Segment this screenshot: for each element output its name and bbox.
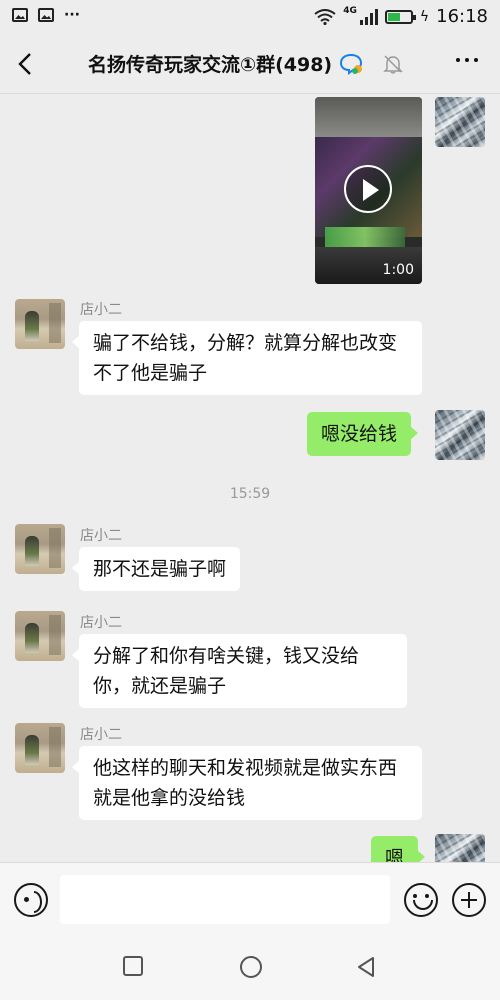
recent-apps-button[interactable]	[123, 956, 143, 976]
message-bubble[interactable]: 骗了不给钱，分解？就算分解也改变不了他是骗子	[72, 321, 422, 395]
sender-name: 店小二	[80, 615, 122, 631]
signal-icon	[359, 8, 378, 25]
plus-icon[interactable]	[452, 883, 486, 917]
home-button[interactable]	[240, 956, 262, 978]
video-message[interactable]: 1:00	[315, 97, 422, 284]
sender-name: 店小二	[80, 302, 122, 318]
nav-back-button[interactable]	[356, 955, 376, 979]
system-nav-bar	[0, 934, 500, 1000]
system-indicators: 4G ϟ 16:18	[314, 6, 488, 27]
back-button[interactable]	[14, 50, 38, 78]
sender-name: 店小二	[80, 727, 122, 743]
notification-icons: ···	[12, 8, 82, 22]
battery-level	[387, 12, 400, 21]
charging-icon: ϟ	[419, 8, 430, 25]
wifi-icon	[314, 8, 336, 25]
message-list[interactable]: 1:00 店小二 骗了不给钱，分解？就算分解也改变不了他是骗子 嗯没给钱 15:…	[0, 95, 500, 862]
chat-title[interactable]: 名扬传奇玩家交流①群(498)	[88, 50, 332, 77]
voice-icon[interactable]	[14, 883, 48, 917]
avatar[interactable]	[15, 524, 65, 574]
more-dots-icon[interactable]	[456, 58, 478, 62]
input-bar	[0, 862, 500, 934]
play-icon[interactable]	[344, 165, 392, 213]
emoji-icon[interactable]	[404, 883, 438, 917]
bell-off-icon	[383, 54, 403, 74]
network-type: 4G	[343, 6, 357, 16]
message-bubble[interactable]: 嗯	[371, 836, 426, 862]
video-duration: 1:00	[382, 262, 414, 278]
image-notification-icon	[12, 8, 28, 22]
avatar[interactable]	[435, 834, 485, 862]
more-notifications-icon: ···	[64, 7, 80, 23]
title-group: 名扬传奇玩家交流①群(498)	[88, 50, 404, 77]
battery-icon	[384, 9, 416, 24]
avatar[interactable]	[435, 410, 485, 460]
message-bubble[interactable]: 那不还是骗子啊	[71, 547, 241, 591]
gallery-notification-icon	[38, 8, 54, 22]
chat-header: 名扬传奇玩家交流①群(498)	[0, 34, 500, 94]
chat-bubble-icon	[340, 53, 363, 75]
clock: 16:18	[436, 6, 488, 27]
timestamp: 15:59	[229, 486, 271, 502]
avatar[interactable]	[435, 97, 485, 147]
status-bar: ··· 4G ϟ 16:18	[0, 0, 500, 34]
message-bubble[interactable]: 嗯没给钱	[307, 412, 419, 456]
message-bubble[interactable]: 分解了和你有啥关键，钱又没给你，就还是骗子	[72, 634, 407, 708]
avatar[interactable]	[15, 299, 65, 349]
message-bubble[interactable]: 他这样的聊天和发视频就是做实东西就是他拿的没给钱	[72, 746, 422, 820]
sender-name: 店小二	[80, 528, 122, 544]
avatar[interactable]	[15, 723, 65, 773]
avatar[interactable]	[15, 611, 65, 661]
message-input[interactable]	[60, 875, 390, 924]
